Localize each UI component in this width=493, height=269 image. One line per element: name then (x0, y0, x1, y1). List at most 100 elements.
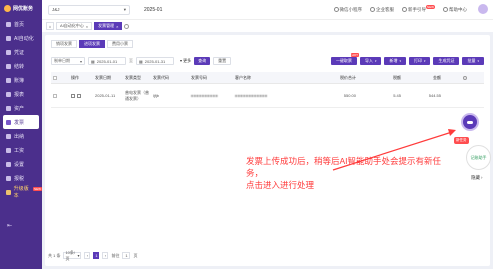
cell-amount: 544.55 (428, 93, 441, 98)
hide-assistant-link[interactable]: 隐藏 › (471, 175, 483, 181)
batch-button[interactable]: 批量 ▾ (462, 57, 484, 65)
header-customer: 客户名称 (235, 74, 251, 80)
pagination: 共 1 条 10条/页 ▾ ‹ 1 › 前往 1 页 (48, 250, 137, 261)
tab-purchase-invoices[interactable]: 进项发票 (79, 40, 105, 48)
page-size-select[interactable]: 10条/页 ▾ (63, 250, 82, 261)
wechat-miniprogram-link[interactable]: 微信小程序 (333, 7, 362, 13)
robot-icon (6, 35, 11, 41)
service-icon (370, 7, 375, 12)
next-page-button[interactable]: › (102, 252, 109, 259)
tax-icon (6, 175, 11, 181)
upgrade-icon (6, 189, 11, 195)
collapse-sidebar-icon[interactable]: ⇤ (7, 223, 14, 229)
delete-icon[interactable] (77, 93, 81, 98)
chevron-left-icon: ‹ (86, 253, 89, 258)
company-select[interactable]: J&J ▾ (48, 4, 130, 15)
ai-assistant-icon[interactable] (461, 113, 479, 131)
sidebar-item-books[interactable]: 账簿 (0, 73, 42, 87)
header-amount: 金额 (433, 74, 441, 80)
voucher-icon (6, 49, 11, 55)
salary-icon (6, 147, 11, 153)
cell-code: ljfjb (153, 93, 160, 98)
row-checkbox[interactable] (53, 93, 57, 98)
tab-expense-receipts[interactable]: 费用小票 (107, 40, 133, 48)
annotation-line-2: 点击进入进行处理 (246, 180, 315, 190)
sidebar-item-home[interactable]: 首页 (0, 17, 42, 31)
sidebar: 网优账务 首页 AI自动化 凭证 结转 账簿 报表 资产 发票 出纳 工资 设置… (0, 0, 42, 269)
sidebar-item-salary[interactable]: 工资 (0, 143, 42, 157)
bookkeeping-assistant-button[interactable]: 记账助手 (466, 145, 491, 170)
close-icon[interactable]: × (86, 24, 88, 29)
transfer-icon (6, 63, 11, 69)
sidebar-item-assets[interactable]: 资产 (0, 101, 42, 115)
help-center-link[interactable]: 帮助中心 (443, 7, 467, 13)
chevron-right-icon: › (481, 175, 483, 180)
column-settings[interactable] (444, 75, 484, 80)
sidebar-item-cashier[interactable]: 出纳 (0, 129, 42, 143)
invoice-panel: 销项发票 进项发票 费用小票 制单日期 ▾ ▦ 2025-01-01 至 ▦ 2025… (45, 35, 490, 266)
edit-icon[interactable] (71, 93, 75, 98)
more-filters-link[interactable]: ▾ 更多 (180, 58, 191, 64)
cell-customer: ■■■■■■■■■■■■ (235, 93, 268, 98)
generate-voucher-button[interactable]: 生成凭证 (433, 57, 460, 65)
sidebar-item-upgrade[interactable]: 升级版本 NEW (0, 185, 42, 199)
tab-sales-invoices[interactable]: 销项发票 (51, 40, 77, 48)
sidebar-item-invoices[interactable]: 发票 (3, 115, 39, 129)
sidebar-item-ai[interactable]: AI自动化 (0, 31, 42, 45)
logo-icon (4, 5, 11, 12)
sidebar-item-tax[interactable]: 报税 (0, 171, 42, 185)
sidebar-item-voucher[interactable]: 凭证 (0, 45, 42, 59)
invoice-subtabs: 销项发票 进项发票 费用小票 (51, 40, 133, 48)
chevron-down-icon: ▾ (123, 6, 126, 12)
table-row[interactable]: 2025-01-11 普电发票（普通发票） ljfjb ■■■■■■■■■■ ■… (51, 84, 484, 108)
tabbar: ⌂ AI自动化中心 × 发票管理 × (42, 19, 493, 32)
wechat-icon (333, 7, 339, 12)
close-all-tabs-icon[interactable] (124, 23, 130, 29)
row-actions (69, 93, 93, 98)
header-number: 发票号码 (191, 74, 207, 80)
new-badge: NEW (33, 187, 42, 191)
date-from-input[interactable]: ▦ 2025-01-01 (88, 57, 126, 65)
prev-page-button[interactable]: ‹ (84, 252, 91, 259)
reset-button[interactable]: 重置 (213, 57, 232, 65)
sidebar-item-reports[interactable]: 报表 (0, 87, 42, 101)
app-logo[interactable]: 网优账务 (0, 0, 42, 17)
avatar[interactable] (478, 4, 488, 14)
cashier-icon (6, 133, 11, 139)
beginner-guide-link[interactable]: 新手引导 NEW (402, 5, 435, 13)
tab-invoice-management[interactable]: 发票管理 × (94, 22, 123, 30)
gear-icon (463, 75, 467, 80)
add-button[interactable]: 新增 ▾ (384, 57, 406, 65)
calendar-icon: ▦ (91, 58, 95, 64)
page-button[interactable]: 1 (93, 252, 100, 259)
fetch-invoices-button[interactable]: 一键取票 HOT (330, 53, 359, 65)
help-icon (443, 7, 448, 12)
close-icon[interactable]: × (116, 24, 118, 29)
action-bar: 一键取票 HOT 导入 ▾ 新增 ▾ 打印 ▾ 生成凭证 批量 ▾ (330, 53, 484, 65)
new-task-badge[interactable]: 新任务 (454, 137, 469, 144)
row-select-cell (51, 93, 59, 98)
print-button[interactable]: 打印 ▾ (408, 57, 431, 65)
chevron-down-icon: ▾ (77, 253, 80, 258)
select-all-cell (51, 75, 59, 80)
table-header: 操作 发票日期 发票类型 发票代码 发票号码 客户名称 税价合计 税额 金额 (51, 72, 484, 84)
invoice-table: 操作 发票日期 发票类型 发票代码 发票号码 客户名称 税价合计 税额 金额 2… (51, 72, 484, 108)
header-date[interactable]: 发票日期 (93, 75, 123, 81)
sidebar-item-settings[interactable]: 设置 (0, 157, 42, 171)
date-to-input[interactable]: ▦ 2025-01-31 (136, 57, 174, 65)
tab-home[interactable]: ⌂ (46, 22, 54, 30)
home-icon: ⌂ (48, 23, 52, 29)
tab-ai-center[interactable]: AI自动化中心 × (56, 22, 93, 30)
customer-service-link[interactable]: 企业客服 (370, 7, 394, 13)
annotation-line-1: 发票上传成功后，稍等后AI智能助手处会提示有新任务， (246, 156, 442, 178)
accounting-period[interactable]: 2025-01 (144, 7, 162, 13)
home-icon (6, 21, 11, 27)
select-all-checkbox[interactable] (53, 75, 57, 80)
date-type-select[interactable]: 制单日期 ▾ (51, 57, 85, 65)
header-actions: 操作 (71, 74, 79, 80)
search-button[interactable]: 查询 (194, 57, 211, 65)
import-button[interactable]: 导入 ▾ (359, 57, 382, 65)
sidebar-item-transfer[interactable]: 结转 (0, 59, 42, 73)
report-icon (6, 91, 11, 97)
goto-page-input[interactable]: 1 (122, 252, 131, 259)
